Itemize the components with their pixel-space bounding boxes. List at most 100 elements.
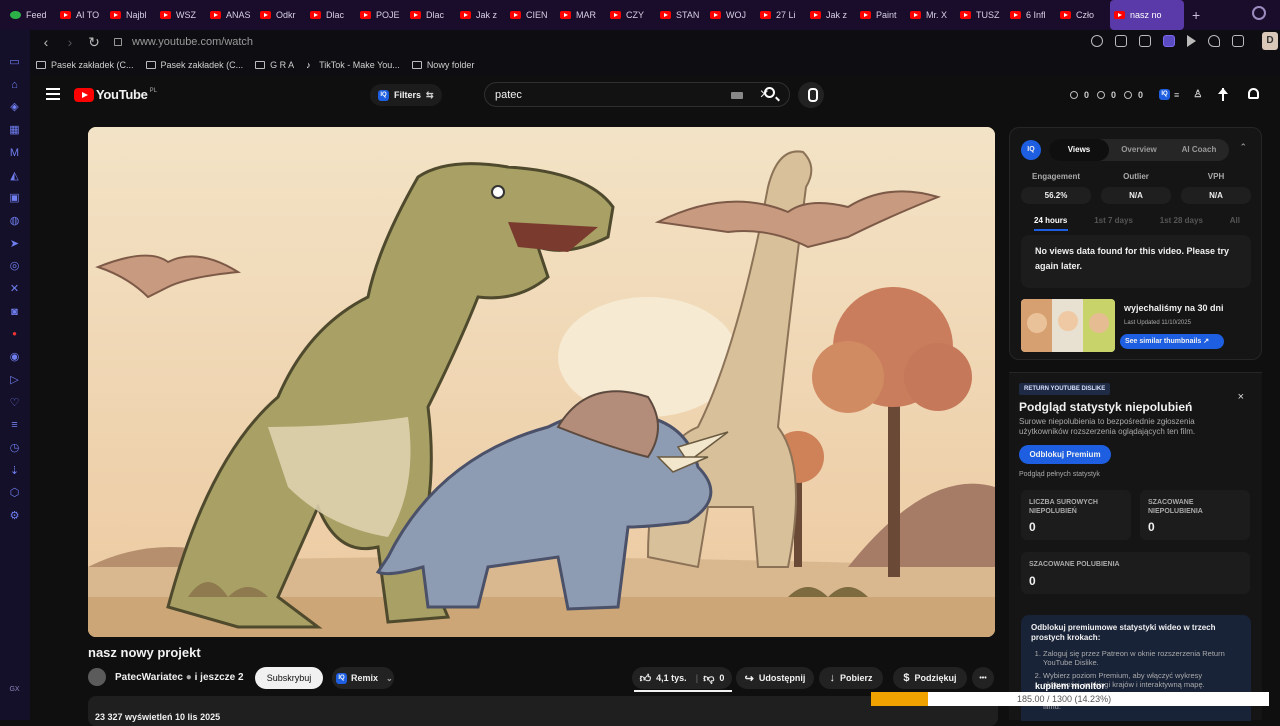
puzzle-icon[interactable]: ⬡ [8, 487, 21, 499]
collapse-icon[interactable]: ⌃ [1239, 142, 1247, 153]
browser-tab[interactable]: ANAS [206, 0, 256, 30]
browser-tab[interactable]: Dlac [406, 0, 456, 30]
search-input[interactable]: patec × [484, 82, 790, 107]
zoom-icon[interactable] [1091, 35, 1103, 47]
voice-search-icon[interactable] [798, 82, 824, 108]
share-button[interactable]: ↪ Udostępnij [736, 667, 814, 689]
remix-button[interactable]: IQ Remix ⌄ [332, 667, 394, 689]
browser-tab[interactable]: WSZ [156, 0, 206, 30]
browser-tab[interactable]: STAN [656, 0, 706, 30]
bookmark-folder[interactable]: Pasek zakładek (C... [145, 60, 243, 70]
telegram-icon[interactable]: ➤ [8, 238, 21, 250]
messenger-icon[interactable]: ◍ [8, 215, 21, 227]
extensions-icon[interactable] [1232, 35, 1244, 47]
x-icon[interactable]: ✕ [8, 283, 21, 295]
home-icon[interactable]: ⌂ [8, 79, 21, 91]
back-icon[interactable]: ‹ [38, 34, 54, 50]
m-icon[interactable]: M [8, 147, 21, 159]
trophy-icon[interactable]: ♙ [1193, 89, 1202, 100]
browser-tab[interactable]: 27 Li [756, 0, 806, 30]
filters-button[interactable]: IQ Filters ⇆ [370, 84, 442, 106]
browser-tab[interactable]: TUSZ [956, 0, 1006, 30]
ud-icon[interactable]: ● [8, 328, 21, 340]
more-actions-button[interactable]: ••• [972, 667, 994, 689]
browser-tab[interactable]: Feed [6, 0, 56, 30]
bookmark-link[interactable]: ♪ TikTok - Make You... [306, 60, 400, 70]
full-stats-link[interactable]: Podgląd pełnych statystyk [1019, 471, 1100, 478]
tab-ai-coach[interactable]: AI Coach [1169, 139, 1229, 161]
iq-icon[interactable]: IQ [1159, 89, 1171, 100]
video-player[interactable] [88, 127, 995, 637]
range-7d[interactable]: 1st 7 days [1094, 216, 1133, 225]
layers-icon[interactable]: ≡ [8, 419, 21, 431]
keyboard-icon[interactable] [731, 92, 743, 99]
channel-avatar[interactable] [88, 668, 106, 686]
browser-tab[interactable]: WOJ [706, 0, 756, 30]
tab-views[interactable]: Views [1049, 139, 1109, 161]
browser-tab[interactable]: Czło [1056, 0, 1106, 30]
range-28d[interactable]: 1st 28 days [1160, 216, 1203, 225]
arrow-icon[interactable]: ◭ [8, 170, 21, 182]
bookmark-folder[interactable]: Nowy folder [411, 60, 474, 70]
instagram-icon[interactable]: ◎ [8, 260, 21, 272]
bag-icon[interactable]: ◈ [8, 101, 21, 113]
range-all[interactable]: All [1230, 216, 1240, 225]
tab-overview[interactable]: Overview [1109, 139, 1169, 161]
similar-thumbnail[interactable] [1021, 299, 1115, 352]
see-similar-button[interactable]: See similar thumbnails ↗ [1120, 334, 1224, 349]
browser-tab-active[interactable]: nasz no [1110, 0, 1184, 30]
forward-icon[interactable]: › [62, 34, 78, 50]
play-icon[interactable] [1187, 35, 1196, 47]
heart-icon[interactable] [1208, 35, 1220, 47]
browser-tab[interactable]: Paint [856, 0, 906, 30]
browser-tab[interactable]: MAR [556, 0, 606, 30]
list-icon[interactable]: ≡ [1174, 90, 1179, 100]
twitch-icon[interactable]: ▣ [8, 192, 21, 204]
bookmark-folder[interactable]: G R A [255, 60, 294, 70]
search-button[interactable] [754, 82, 790, 107]
browser-tab[interactable]: CIEN [506, 0, 556, 30]
inbox-icon[interactable]: ▭ [8, 56, 21, 68]
video-description-box[interactable]: 23 327 wyświetleń 10 lis 2025 [88, 696, 998, 726]
vpn-icon[interactable] [1163, 35, 1175, 47]
notifications-icon[interactable] [1248, 88, 1259, 99]
range-24h[interactable]: 24 hours [1034, 216, 1067, 225]
calendar-icon[interactable]: ▦ [8, 124, 21, 136]
clock-icon[interactable]: ◷ [8, 442, 21, 454]
browser-tab[interactable]: Odkr [256, 0, 306, 30]
profile-avatar[interactable]: D [1262, 32, 1278, 50]
create-icon[interactable] [1218, 88, 1228, 101]
settings-icon[interactable]: ⚙ [8, 510, 21, 522]
gx-label[interactable]: GX [8, 684, 21, 696]
pin-icon[interactable] [1115, 35, 1127, 47]
like-button[interactable]: 👍︎ 4,1 tys. | 👎︎ 0 [632, 667, 732, 689]
subscribe-button[interactable]: Subskrybuj [255, 667, 323, 689]
thanks-button[interactable]: $ Podziękuj [893, 667, 967, 689]
browser-tab[interactable]: AI TO [56, 0, 106, 30]
bookmark-icon[interactable] [1139, 35, 1151, 47]
bookmark-folder[interactable]: Pasek zakładek (C... [36, 60, 134, 70]
browser-tab[interactable]: Jak z [806, 0, 856, 30]
youtube-logo[interactable]: YouTube PL [74, 87, 157, 102]
browser-tab[interactable]: Mr. X [906, 0, 956, 30]
channel-name[interactable]: PatecWariatec ● i jeszcze 2 [115, 672, 244, 683]
unlock-premium-button[interactable]: Odblokuj Premium [1019, 445, 1111, 464]
browser-tab[interactable]: Jak z [456, 0, 506, 30]
search-tabs-icon[interactable] [1252, 6, 1266, 20]
url-field[interactable]: www.youtube.com/watch [132, 36, 253, 48]
browser-tab[interactable]: CZY [606, 0, 656, 30]
browser-tab[interactable]: Dlac [306, 0, 356, 30]
menu-icon[interactable] [46, 88, 60, 100]
browser-tab[interactable]: 6 Infl [1006, 0, 1056, 30]
similar-video-title[interactable]: wyjechaliśmy na 30 dni [1124, 303, 1224, 313]
spotify-icon[interactable]: ◉ [8, 351, 21, 363]
heart-icon[interactable]: ♡ [8, 397, 21, 409]
close-icon[interactable]: × [1238, 391, 1244, 403]
browser-tab[interactable]: Najbl [106, 0, 156, 30]
download-button[interactable]: ↓ Pobierz [819, 667, 883, 689]
discord-icon[interactable]: ◙ [8, 306, 21, 318]
reload-icon[interactable]: ↻ [86, 34, 102, 51]
new-tab-button[interactable]: + [1192, 7, 1200, 23]
download-icon[interactable]: ⇣ [8, 465, 21, 477]
send-icon[interactable]: ▷ [8, 374, 21, 386]
